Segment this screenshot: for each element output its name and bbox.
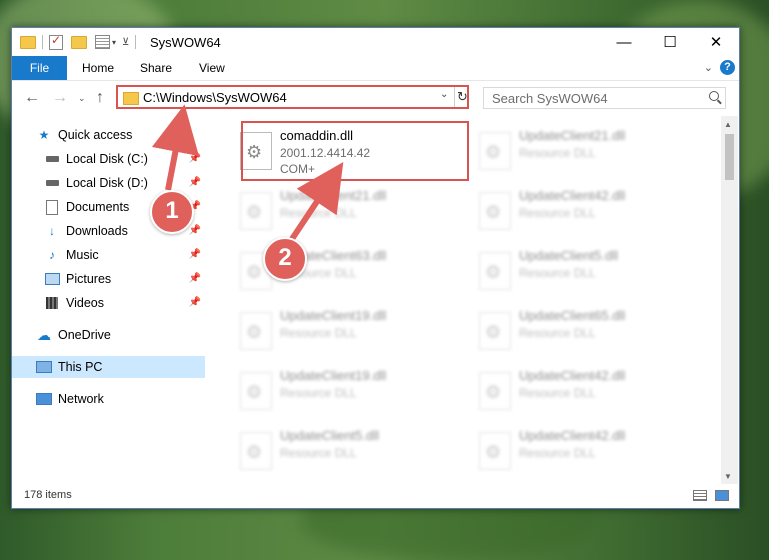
annotation-arrow [151,104,200,191]
annotation-overlay [151,104,344,244]
callout-badge: 1 [150,190,194,234]
callout-badge: 2 [263,237,307,281]
annotation-arrow [287,162,344,244]
